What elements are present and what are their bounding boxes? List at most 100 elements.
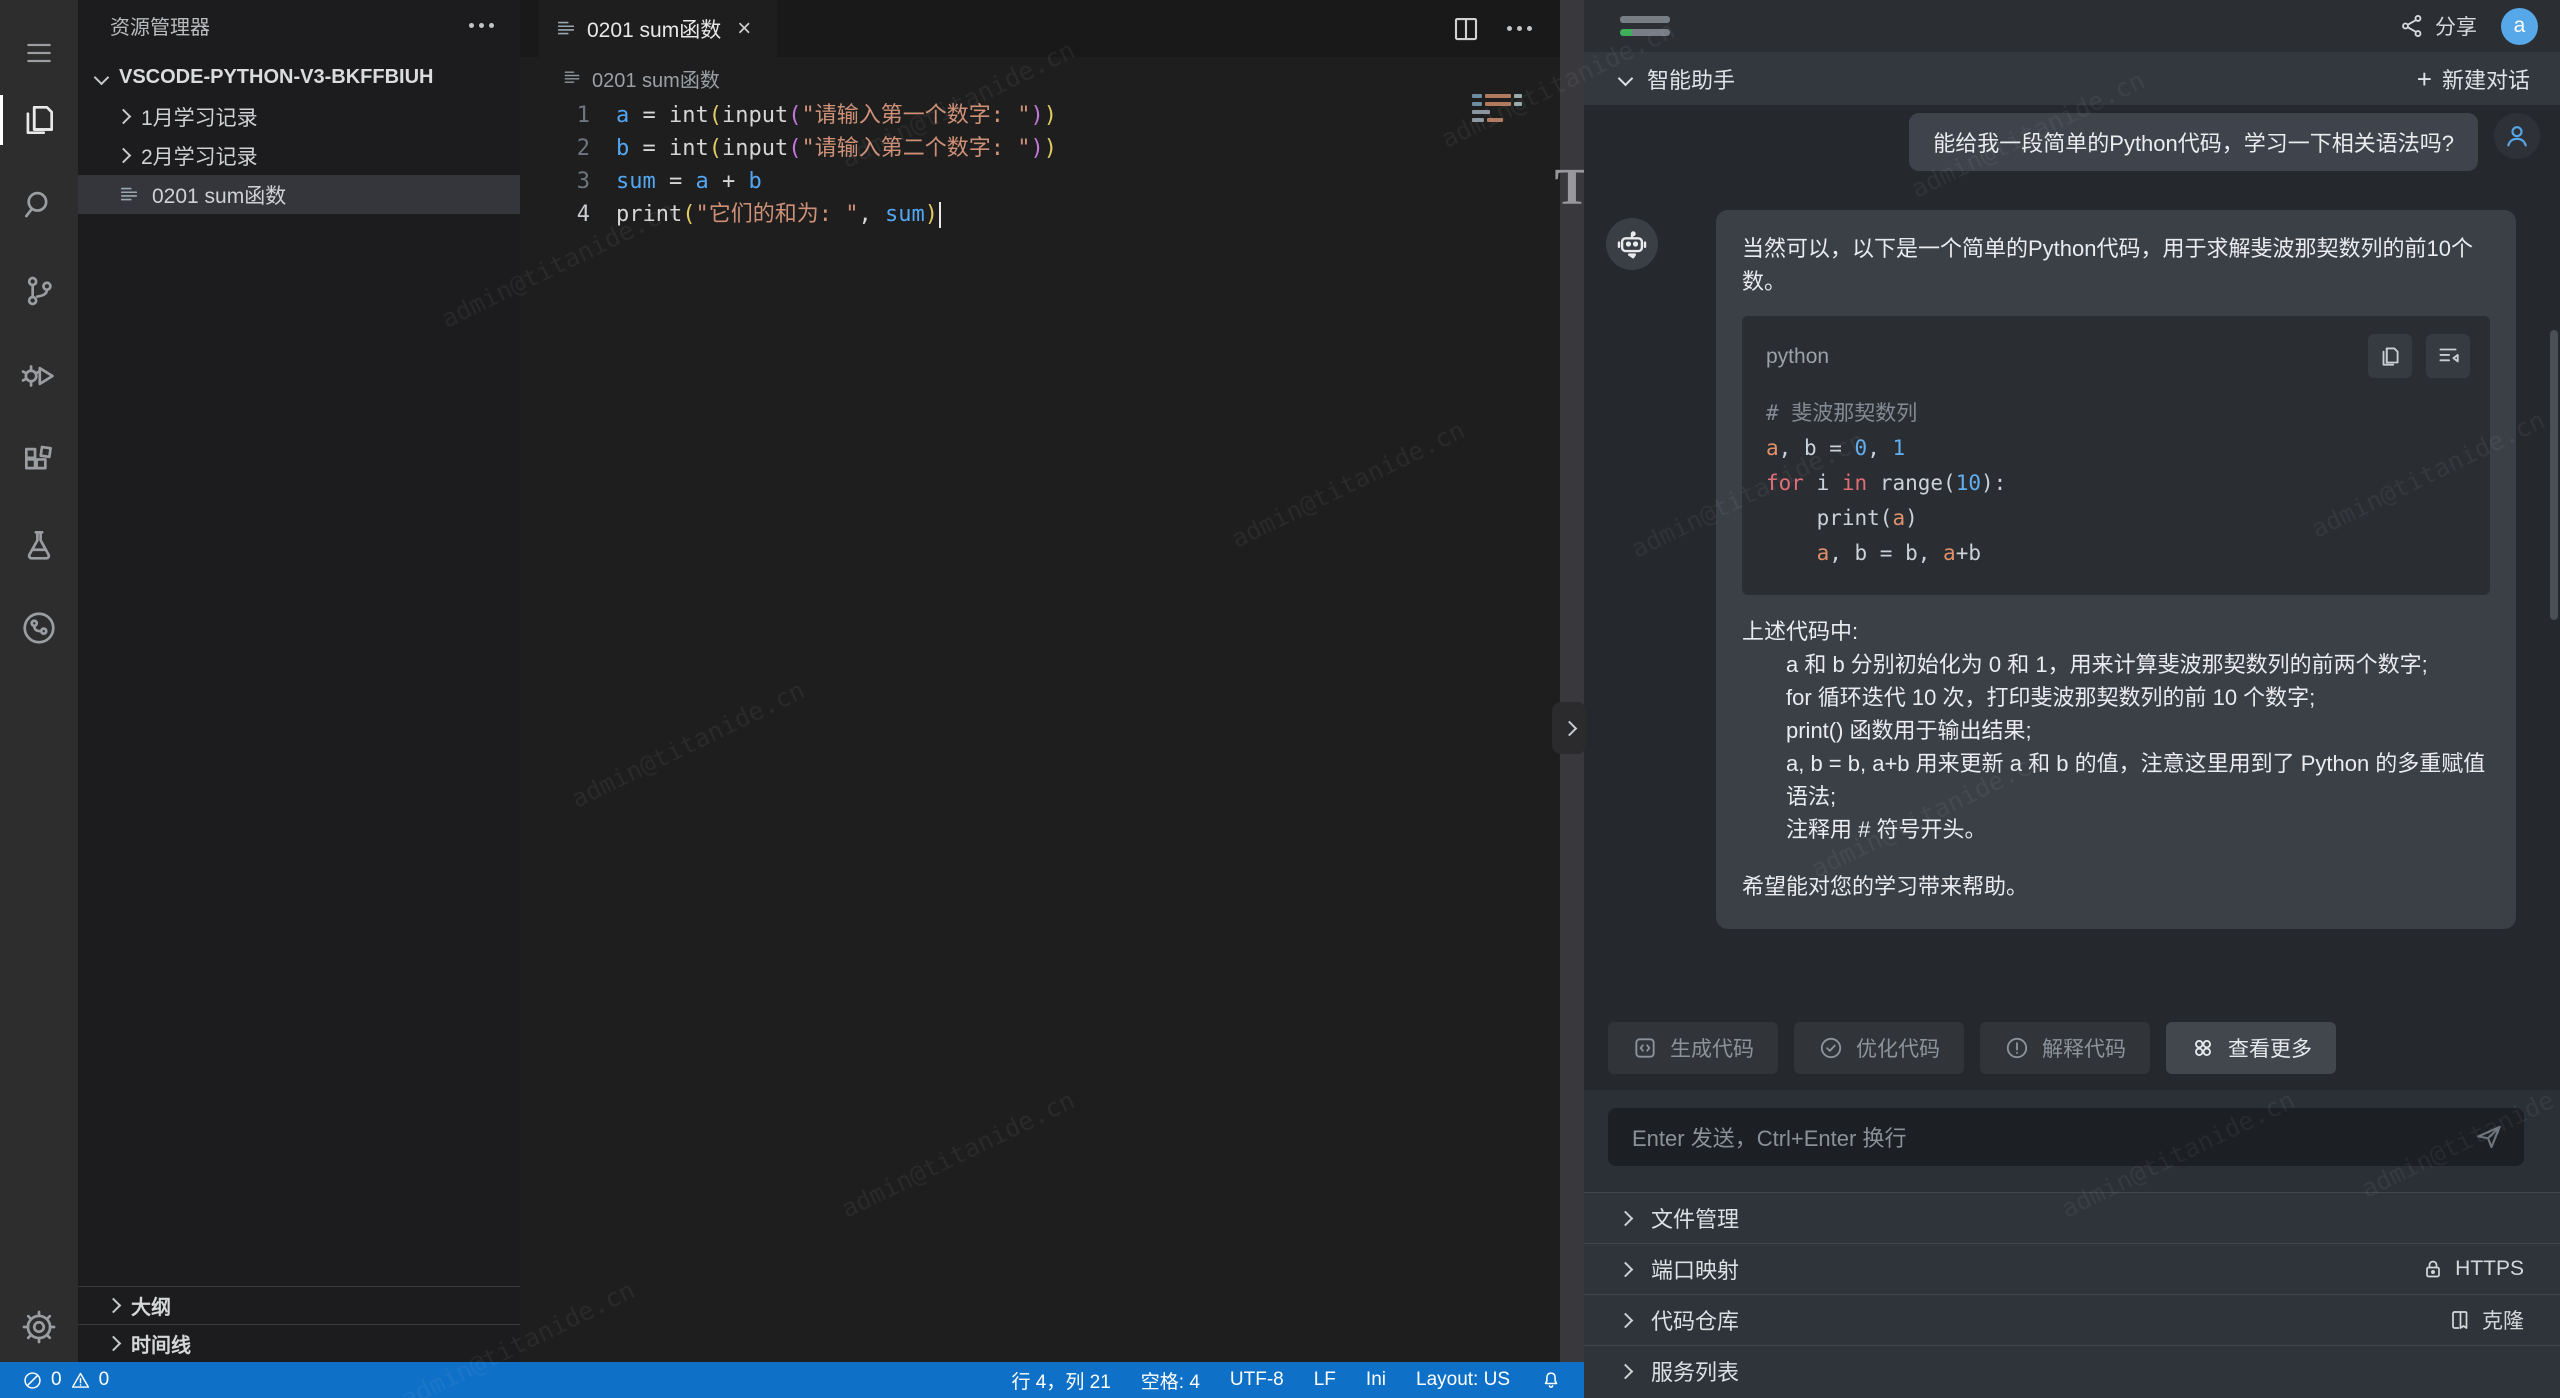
- activity-run-debug-icon[interactable]: [0, 341, 78, 411]
- file-list-icon: [555, 18, 577, 40]
- expand-panel-button[interactable]: [1552, 702, 1586, 754]
- split-editor-icon[interactable]: [1451, 14, 1481, 44]
- panel-handle-icon[interactable]: [1620, 10, 1670, 42]
- check-circle-icon: [1818, 1035, 1844, 1061]
- errors-count: 0: [51, 1369, 62, 1391]
- plus-icon: +: [2417, 66, 2432, 92]
- robot-icon: [1606, 218, 1658, 270]
- explorer-sidebar: 资源管理器 VSCODE-PYTHON-V3-BKFFBIUH1月学习记录2月学…: [78, 0, 520, 1362]
- chat-input-band: Enter 发送，Ctrl+Enter 换行: [1584, 1090, 2560, 1192]
- tree-item-VSCODE-PYTHON-V3-BKFFBIUH[interactable]: VSCODE-PYTHON-V3-BKFFBIUH: [78, 58, 520, 97]
- chat-code-line: print(a): [1766, 501, 2466, 536]
- copy-code-icon[interactable]: [2368, 334, 2412, 378]
- breadcrumb[interactable]: 0201 sum函数: [520, 57, 1560, 99]
- activity-remote-icon[interactable]: [0, 593, 78, 663]
- minimap[interactable]: [1472, 94, 1532, 126]
- chat-code-line: for i in range(10):: [1766, 466, 2466, 501]
- chat-input[interactable]: Enter 发送，Ctrl+Enter 换行: [1608, 1108, 2524, 1166]
- file-list-icon: [562, 68, 582, 88]
- warnings-icon: [70, 1370, 91, 1391]
- status-Layout: US[interactable]: Layout: US: [1416, 1369, 1510, 1391]
- grid-icon: [2190, 1035, 2216, 1061]
- explorer-more-icon[interactable]: [469, 23, 494, 28]
- explain-bullet: a, b = b, a+b 用来更新 a 和 b 的值，注意这里用到了 Pyth…: [1786, 747, 2490, 813]
- activity-explorer-icon[interactable]: [0, 85, 78, 155]
- file-list-icon: [118, 184, 140, 206]
- explorer-title: 资源管理器: [110, 11, 469, 40]
- code-language-label: python: [1766, 340, 2354, 373]
- chat-scrollbar[interactable]: [2550, 330, 2558, 620]
- user-avatar-badge[interactable]: a: [2501, 8, 2538, 45]
- chevron-icon: [1618, 1312, 1634, 1328]
- status-UTF-8[interactable]: UTF-8: [1230, 1369, 1284, 1391]
- tab-bar: 0201 sum函数 ×: [520, 0, 1560, 57]
- user-message: 能给我一段简单的Python代码，学习一下相关语法吗?: [1909, 113, 2478, 171]
- section-大纲[interactable]: 大纲: [78, 1286, 520, 1324]
- chat-code-line: # 斐波那契数列: [1766, 396, 2466, 431]
- activity-testing-icon[interactable]: [0, 510, 78, 580]
- editor-right-scrollbar[interactable]: T: [1560, 0, 1584, 1362]
- action-优化代码[interactable]: 优化代码: [1794, 1022, 1964, 1074]
- explain-bullet: for 循环迭代 10 次，打印斐波那契数列的前 10 个数字;: [1786, 681, 2490, 714]
- chat-input-placeholder: Enter 发送，Ctrl+Enter 换行: [1632, 1121, 2474, 1153]
- tab-sum-file[interactable]: 0201 sum函数 ×: [539, 0, 777, 57]
- action-解释代码[interactable]: 解释代码: [1980, 1022, 2150, 1074]
- activity-source-control-icon[interactable]: [0, 256, 78, 326]
- action-查看更多[interactable]: 查看更多: [2166, 1022, 2336, 1074]
- accordion-extra-HTTPS[interactable]: HTTPS: [2421, 1257, 2524, 1281]
- bell-icon[interactable]: [1540, 1369, 1562, 1391]
- assistant-title: 智能助手: [1647, 63, 1735, 95]
- share-icon: [2399, 13, 2425, 39]
- assistant-topbar: 分享 a: [1584, 0, 2560, 52]
- chevron-icon: [116, 148, 132, 164]
- share-button[interactable]: 分享: [2399, 11, 2477, 41]
- app-window: 资源管理器 VSCODE-PYTHON-V3-BKFFBIUH1月学习记录2月学…: [0, 0, 2560, 1398]
- accordion-服务列表[interactable]: 服务列表: [1584, 1345, 2560, 1396]
- send-icon[interactable]: [2474, 1122, 2504, 1152]
- explain-heading: 上述代码中:: [1742, 615, 2490, 648]
- code-line-2: 2b = int(input("请输入第二个数字: ")): [520, 132, 1560, 165]
- code-editor[interactable]: 1a = int(input("请输入第一个数字: "))2b = int(in…: [520, 99, 1560, 231]
- closing-text: 希望能对您的学习带来帮助。: [1742, 870, 2490, 903]
- file-tree: VSCODE-PYTHON-V3-BKFFBIUH1月学习记录2月学习记录020…: [78, 58, 520, 214]
- status-行 4，列 21[interactable]: 行 4，列 21: [1012, 1367, 1111, 1394]
- problems-indicator[interactable]: 0 0: [22, 1369, 109, 1391]
- chevron-icon: [1618, 1363, 1634, 1379]
- chevron-icon: [116, 109, 132, 125]
- quick-actions: 生成代码优化代码解释代码查看更多: [1608, 1022, 2336, 1074]
- editor-more-icon[interactable]: [1507, 26, 1532, 31]
- action-生成代码[interactable]: 生成代码: [1608, 1022, 1778, 1074]
- code-line-1: 1a = int(input("请输入第一个数字: ")): [520, 99, 1560, 132]
- chat-code-line: a, b = 0, 1: [1766, 431, 2466, 466]
- activity-search-icon[interactable]: [0, 170, 78, 240]
- warnings-count: 0: [99, 1369, 110, 1391]
- assistant-header[interactable]: 智能助手 + 新建对话: [1584, 52, 2560, 105]
- assistant-panel: 分享 a 智能助手 + 新建对话 能给我一段简单的Python代码，学习一下相关…: [1584, 0, 2560, 1398]
- explain-bullet: print() 函数用于输出结果;: [1786, 714, 2490, 747]
- accordion-代码仓库[interactable]: 代码仓库克隆: [1584, 1294, 2560, 1345]
- tree-item-1月学习记录[interactable]: 1月学习记录: [78, 97, 520, 136]
- tree-item-2月学习记录[interactable]: 2月学习记录: [78, 136, 520, 175]
- info-circle-icon: [2004, 1035, 2030, 1061]
- errors-icon: [22, 1370, 43, 1391]
- new-chat-button[interactable]: + 新建对话: [2417, 63, 2530, 95]
- insert-code-icon[interactable]: [2426, 334, 2470, 378]
- section-时间线[interactable]: 时间线: [78, 1324, 520, 1362]
- repo-icon: [2448, 1308, 2472, 1332]
- code-card: python # 斐波那契数列a, b = 0, 1for i in range…: [1742, 316, 2490, 595]
- status-空格: 4[interactable]: 空格: 4: [1141, 1367, 1200, 1394]
- activity-menu-icon[interactable]: [0, 18, 78, 88]
- accordion-端口映射[interactable]: 端口映射HTTPS: [1584, 1243, 2560, 1294]
- code-explanation: 上述代码中: a 和 b 分别初始化为 0 和 1，用来计算斐波那契数列的前两个…: [1742, 615, 2490, 846]
- status-LF[interactable]: LF: [1314, 1369, 1336, 1391]
- activity-bar: [0, 0, 78, 1398]
- tree-item-0201 sum函数[interactable]: 0201 sum函数: [78, 175, 520, 214]
- status-Ini[interactable]: Ini: [1366, 1369, 1386, 1391]
- activity-settings-icon[interactable]: [0, 1292, 78, 1362]
- code-icon: [1632, 1035, 1658, 1061]
- chevron-icon: [1618, 1210, 1634, 1226]
- accordion-extra-克隆[interactable]: 克隆: [2448, 1305, 2524, 1335]
- tab-close-icon[interactable]: ×: [737, 17, 751, 41]
- accordion-文件管理[interactable]: 文件管理: [1584, 1192, 2560, 1243]
- activity-extensions-icon[interactable]: [0, 426, 78, 496]
